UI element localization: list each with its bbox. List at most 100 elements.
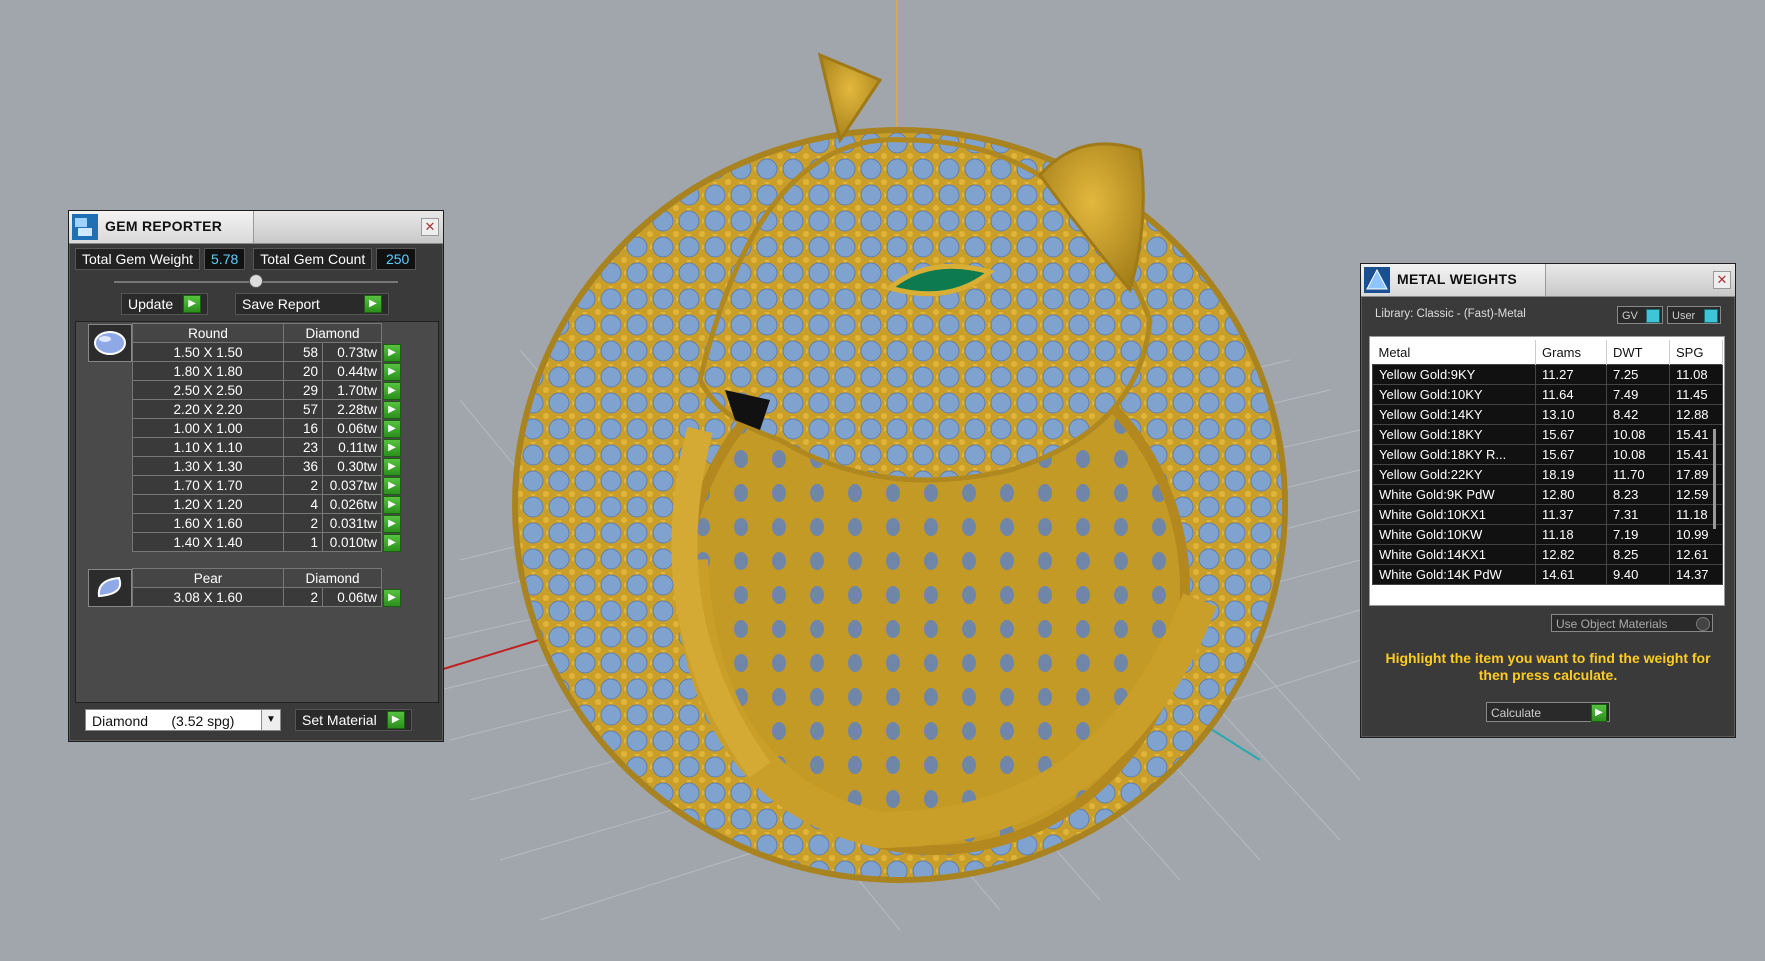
- metal-column-header[interactable]: Metal: [1372, 340, 1536, 365]
- play-icon[interactable]: ▶: [1591, 704, 1607, 722]
- metal-row[interactable]: Yellow Gold:18KY R... 15.67 10.08 15.41: [1372, 444, 1723, 465]
- metal-weights-titlebar[interactable]: METAL WEIGHTS ✕: [1361, 264, 1735, 297]
- report-slider-handle[interactable]: [249, 274, 263, 288]
- metal-table[interactable]: Metal Grams DWT SPG Yellow Gold:9KY 11.27 7.2…: [1369, 336, 1725, 606]
- select-gems-icon[interactable]: ▶: [383, 457, 401, 476]
- pear-gem-icon[interactable]: [88, 569, 132, 607]
- gem-size: 1.20 X 1.20: [132, 494, 284, 514]
- select-gems-icon[interactable]: ▶: [383, 381, 401, 400]
- gem-size: 2.20 X 2.20: [132, 399, 284, 419]
- metal-grams: 13.10: [1535, 404, 1607, 425]
- play-icon[interactable]: ▶: [386, 711, 405, 729]
- gem-list[interactable]: Round Diamond 1.50 X 1.50 58 0.73tw ▶ 1.80 X…: [75, 321, 439, 703]
- metal-grams: 12.82: [1535, 544, 1607, 565]
- metal-row[interactable]: Yellow Gold:22KY 18.19 11.70 17.89: [1372, 464, 1723, 485]
- metal-name: Yellow Gold:14KY: [1372, 404, 1536, 425]
- select-gems-icon[interactable]: ▶: [383, 343, 401, 362]
- select-gems-icon[interactable]: ▶: [383, 588, 401, 607]
- gem-size: 1.00 X 1.00: [132, 418, 284, 438]
- gem-row[interactable]: 2.50 X 2.50 29 1.70tw ▶: [132, 380, 403, 400]
- calculate-button[interactable]: Calculate ▶: [1486, 702, 1610, 722]
- gem-row[interactable]: 2.20 X 2.20 57 2.28tw ▶: [132, 399, 403, 419]
- metal-dwt: 7.19: [1606, 524, 1670, 545]
- metal-name: White Gold:10KW: [1372, 524, 1536, 545]
- user-toggle[interactable]: User: [1667, 306, 1721, 324]
- material-select-value: Diamond (3.52 spg): [92, 713, 235, 729]
- metal-row[interactable]: Yellow Gold:18KY 15.67 10.08 15.41: [1372, 424, 1723, 445]
- gem-size: 2.50 X 2.50: [132, 380, 284, 400]
- select-gems-icon[interactable]: ▶: [383, 533, 401, 552]
- close-icon[interactable]: ✕: [421, 218, 439, 236]
- gem-row[interactable]: 1.50 X 1.50 58 0.73tw ▶: [132, 342, 403, 362]
- metal-column-header[interactable]: SPG: [1669, 340, 1723, 365]
- shape-header: Round: [132, 323, 284, 343]
- select-gems-icon[interactable]: ▶: [383, 514, 401, 533]
- material-bar: Diamond (3.52 spg) ▼ Set Material ▶: [75, 705, 437, 735]
- vertical-scrollbar[interactable]: [1713, 429, 1716, 529]
- gem-count: 58: [283, 342, 323, 362]
- metal-grams: 14.61: [1535, 564, 1607, 585]
- material-dropdown[interactable]: Diamond (3.52 spg) ▼: [85, 709, 281, 731]
- metal-row[interactable]: White Gold:10KW 11.18 7.19 10.99: [1372, 524, 1723, 545]
- metal-row[interactable]: White Gold:9K PdW 12.80 8.23 12.59: [1372, 484, 1723, 505]
- play-icon[interactable]: ▶: [363, 295, 382, 313]
- round-gem-icon[interactable]: [88, 324, 132, 362]
- play-icon[interactable]: ▶: [183, 295, 202, 313]
- metal-row[interactable]: Yellow Gold:9KY 11.27 7.25 11.08: [1372, 364, 1723, 385]
- use-object-materials-toggle[interactable]: Use Object Materials: [1551, 614, 1713, 632]
- save-report-button[interactable]: Save Report ▶: [235, 293, 389, 315]
- select-gems-icon[interactable]: ▶: [383, 438, 401, 457]
- set-material-button[interactable]: Set Material ▶: [295, 709, 412, 731]
- gem-row[interactable]: 1.40 X 1.40 1 0.010tw ▶: [132, 532, 403, 552]
- metal-spg: 12.88: [1669, 404, 1723, 425]
- metal-grams: 11.64: [1535, 384, 1607, 405]
- metal-row[interactable]: White Gold:10KX1 11.37 7.31 11.18: [1372, 504, 1723, 525]
- metal-grams: 18.19: [1535, 464, 1607, 485]
- panther-ring-model[interactable]: [512, 52, 1288, 883]
- gem-row[interactable]: 1.30 X 1.30 36 0.30tw ▶: [132, 456, 403, 476]
- gem-weight: 1.70tw: [322, 380, 382, 400]
- gem-row[interactable]: 3.08 X 1.60 2 0.06tw ▶: [132, 587, 403, 607]
- metal-row[interactable]: White Gold:14KX1 12.82 8.25 12.61: [1372, 544, 1723, 565]
- metal-weights-app-icon: [1364, 267, 1390, 293]
- gem-row[interactable]: 1.70 X 1.70 2 0.037tw ▶: [132, 475, 403, 495]
- gem-row[interactable]: 1.00 X 1.00 16 0.06tw ▶: [132, 418, 403, 438]
- close-icon[interactable]: ✕: [1713, 271, 1731, 289]
- select-gems-icon[interactable]: ▶: [383, 495, 401, 514]
- update-label: Update: [128, 296, 174, 312]
- update-button[interactable]: Update ▶: [121, 293, 209, 315]
- metal-grams: 11.18: [1535, 524, 1607, 545]
- metal-spg: 14.37: [1669, 564, 1723, 585]
- calculate-label: Calculate: [1491, 706, 1542, 720]
- gem-weight: 0.73tw: [322, 342, 382, 362]
- gem-reporter-titlebar[interactable]: GEM REPORTER ✕: [69, 211, 443, 244]
- gv-toggle[interactable]: GV: [1617, 306, 1663, 324]
- select-gems-icon[interactable]: ▶: [383, 419, 401, 438]
- gem-row[interactable]: 1.80 X 1.80 20 0.44tw ▶: [132, 361, 403, 381]
- gem-row[interactable]: 1.10 X 1.10 23 0.11tw ▶: [132, 437, 403, 457]
- select-gems-icon[interactable]: ▶: [383, 476, 401, 495]
- gem-row[interactable]: 1.20 X 1.20 4 0.026tw ▶: [132, 494, 403, 514]
- metal-weights-table: Metal Grams DWT SPG Yellow Gold:9KY 11.27 7.2…: [1372, 340, 1723, 585]
- total-gem-count-value: 250: [376, 248, 417, 270]
- metal-dwt: 8.42: [1606, 404, 1670, 425]
- metal-column-header[interactable]: DWT: [1606, 340, 1670, 365]
- gem-count: 16: [283, 418, 323, 438]
- metal-name: Yellow Gold:18KY: [1372, 424, 1536, 445]
- update-action: Update ▶: [121, 293, 209, 315]
- metal-name: White Gold:10KX1: [1372, 504, 1536, 525]
- gem-row[interactable]: 1.60 X 1.60 2 0.031tw ▶: [132, 513, 403, 533]
- gem-count: 20: [283, 361, 323, 381]
- metal-row[interactable]: Yellow Gold:14KY 13.10 8.42 12.88: [1372, 404, 1723, 425]
- metal-row[interactable]: White Gold:14K PdW 14.61 9.40 14.37: [1372, 564, 1723, 585]
- chevron-down-icon[interactable]: ▼: [261, 710, 280, 730]
- metal-row[interactable]: Yellow Gold:10KY 11.64 7.49 11.45: [1372, 384, 1723, 405]
- gem-weight: 0.037tw: [322, 475, 382, 495]
- gem-size: 1.40 X 1.40: [132, 532, 284, 552]
- metal-dwt: 7.31: [1606, 504, 1670, 525]
- gem-weight: 0.031tw: [322, 513, 382, 533]
- select-gems-icon[interactable]: ▶: [383, 400, 401, 419]
- metal-column-header[interactable]: Grams: [1535, 340, 1607, 365]
- select-gems-icon[interactable]: ▶: [383, 362, 401, 381]
- gem-size: 1.50 X 1.50: [132, 342, 284, 362]
